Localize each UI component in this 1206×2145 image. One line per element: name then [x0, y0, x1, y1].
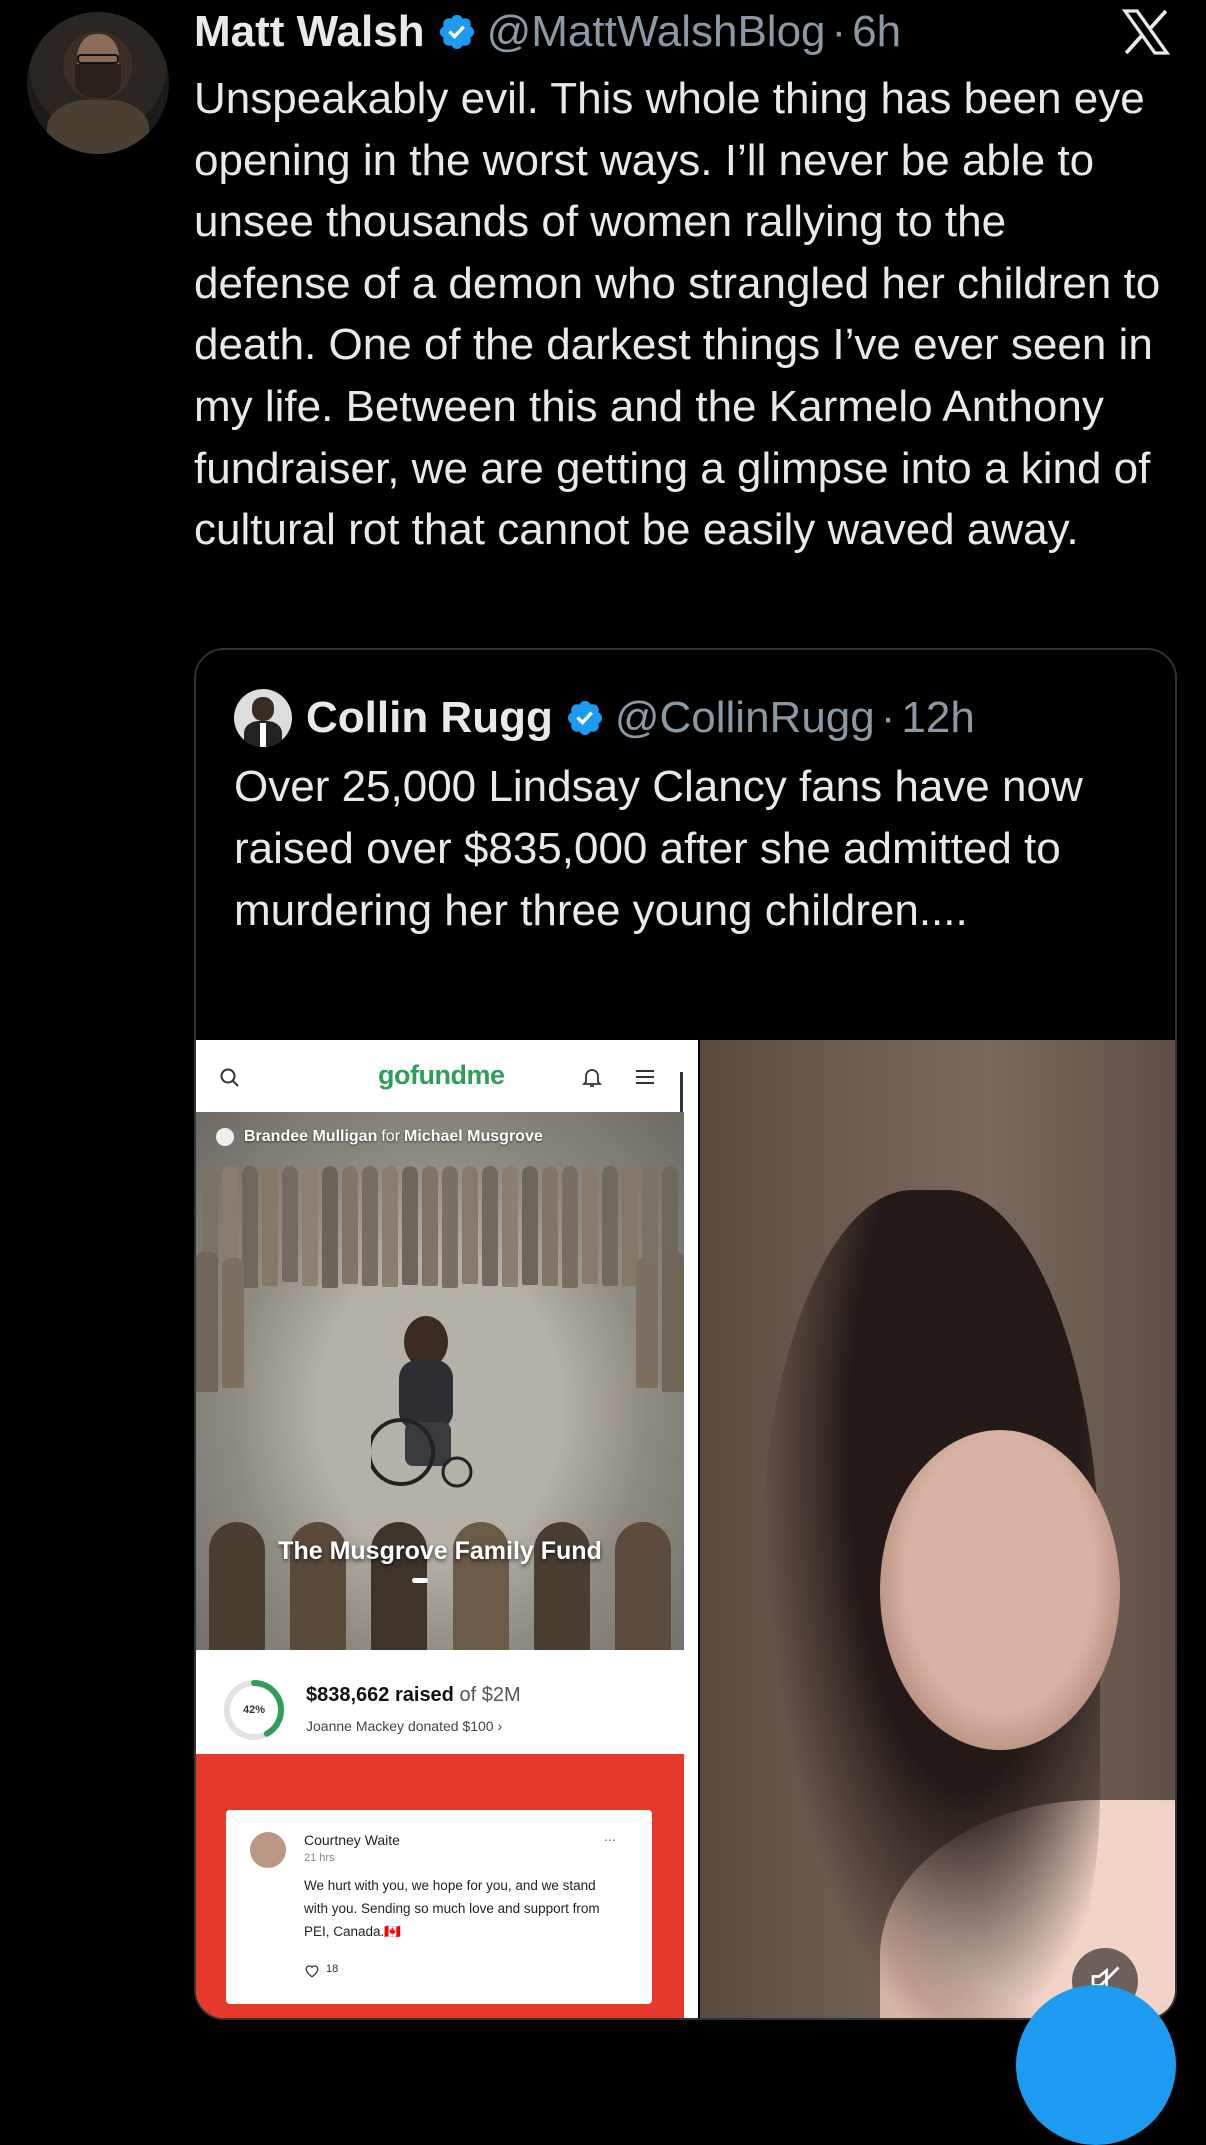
comment-likes: 18 — [326, 1963, 339, 1975]
campaign-progress: 42% $838,662 raised of $2M Joanne Mackey… — [196, 1650, 698, 1754]
raised-value: $838,662 raised — [306, 1684, 454, 1706]
bell-icon — [581, 1069, 603, 1087]
quote-author-name[interactable]: Collin Rugg — [306, 693, 553, 743]
quote-tweet-card[interactable]: Collin Rugg @CollinRugg · 12h Over 25,00… — [194, 648, 1177, 2020]
tweet-time[interactable]: 6h — [852, 7, 901, 57]
tweet-header: Matt Walsh @MattWalshBlog · 6h — [194, 4, 901, 60]
comments-section: Courtney Waite 21 hrs ... We hurt with y… — [196, 1754, 684, 2018]
goal-amount: of $2M — [459, 1684, 521, 1706]
comment-time: 21 hrs — [304, 1852, 335, 1864]
campaign-image: Brandee Mulligan for Michael Musgrove Th… — [196, 1112, 684, 1650]
comment-card: Courtney Waite 21 hrs ... We hurt with y… — [226, 1810, 652, 2004]
for-word: for — [381, 1128, 401, 1145]
comment-body: We hurt with you, we hope for you, and w… — [304, 1878, 600, 1939]
gofundme-screenshot[interactable]: gofundme Brandee Mulligan for Michael Mu… — [196, 1040, 698, 2018]
quote-author-handle[interactable]: @CollinRugg — [615, 693, 875, 743]
raised-amount: $838,662 raised of $2M — [306, 1684, 521, 1707]
carousel-indicator — [412, 1578, 428, 1583]
progress-percent: 42% — [242, 1704, 266, 1716]
verified-badge-icon — [439, 14, 474, 50]
gofundme-logo: gofundme — [378, 1060, 505, 1090]
heart-icon — [305, 1965, 319, 1978]
compose-button[interactable] — [1016, 1985, 1176, 2145]
campaign-organizer: Brandee Mulligan for Michael Musgrove — [216, 1128, 543, 1146]
separator-dot: · — [831, 7, 847, 56]
tweet-text: Unspeakably evil. This whole thing has b… — [194, 74, 1161, 555]
comment-more: ... — [604, 1828, 616, 1844]
quote-text: Over 25,000 Lindsay Clancy fans have now… — [234, 762, 1083, 935]
search-icon — [220, 1068, 239, 1087]
beneficiary-name: Michael Musgrove — [404, 1128, 543, 1145]
x-logo-icon[interactable] — [1118, 4, 1174, 60]
menu-icon — [636, 1070, 654, 1084]
gofundme-topbar: gofundme — [196, 1040, 698, 1132]
author-name[interactable]: Matt Walsh — [194, 7, 425, 57]
separator-dot: · — [880, 693, 896, 742]
organizer-icon — [216, 1128, 234, 1146]
campaign-title: The Musgrove Family Fund — [278, 1537, 602, 1565]
wheelchair-figure — [371, 1316, 473, 1488]
quote-time[interactable]: 12h — [901, 693, 974, 743]
verified-badge-icon — [567, 700, 602, 736]
commenter-avatar — [250, 1832, 286, 1868]
quote-header: Collin Rugg @CollinRugg · 12h — [234, 688, 975, 748]
latest-donation: Joanne Mackey donated $100 › — [306, 1718, 503, 1734]
organizer-name: Brandee Mulligan — [244, 1128, 378, 1145]
author-avatar[interactable] — [27, 12, 169, 154]
quote-media[interactable]: gofundme Brandee Mulligan for Michael Mu… — [196, 1040, 1175, 2018]
video-still[interactable] — [700, 1040, 1175, 2018]
quote-author-avatar[interactable] — [234, 689, 292, 747]
author-handle[interactable]: @MattWalshBlog — [487, 7, 826, 57]
commenter-name: Courtney Waite — [304, 1832, 400, 1848]
